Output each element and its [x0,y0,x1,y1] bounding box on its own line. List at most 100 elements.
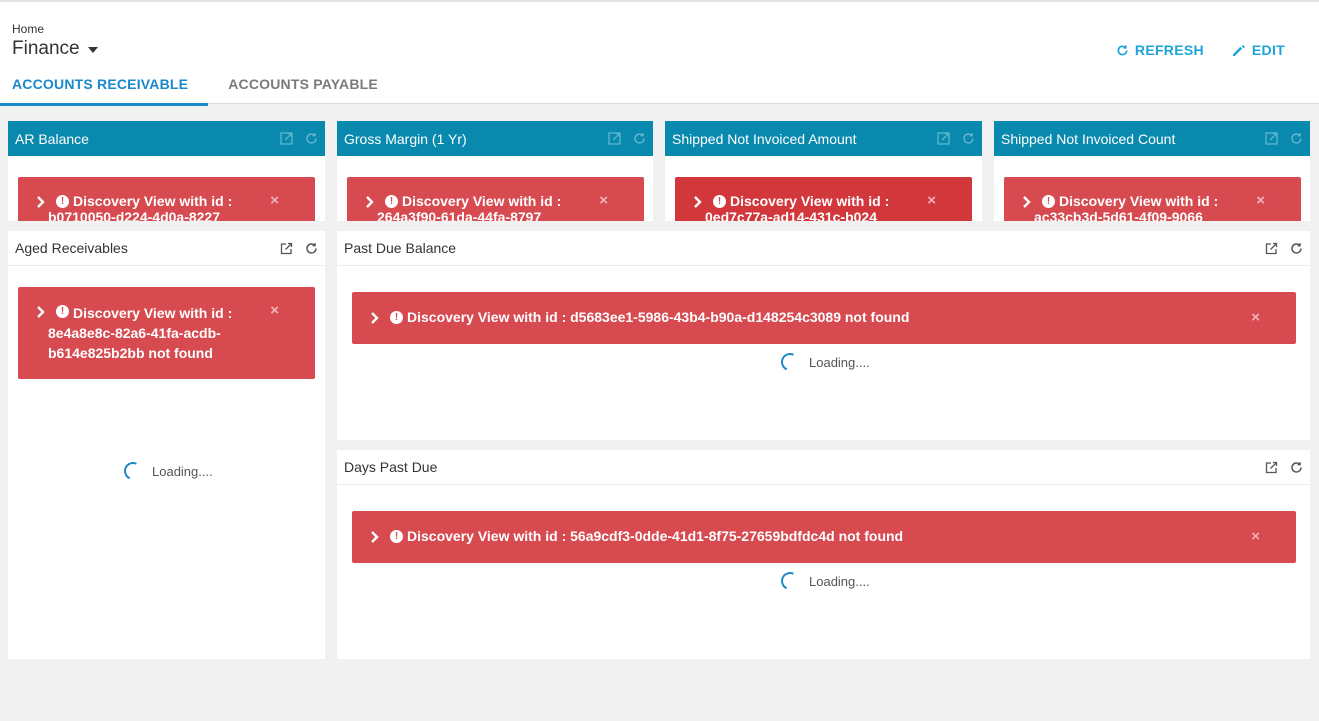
kpi-card-shipped-not-invoiced-amount: Shipped Not Invoiced Amount ! Discovery … [665,121,982,221]
card-title: Shipped Not Invoiced Count [1001,130,1176,147]
card-title: Aged Receivables [15,240,128,256]
close-icon[interactable]: × [599,192,608,209]
spinner-icon [778,569,802,593]
error-alert: ! Discovery View with id : 56a9cdf3-0dde… [352,511,1296,563]
reload-icon[interactable] [305,132,318,145]
chevron-right-icon[interactable] [370,312,382,324]
error-message: Discovery View with id : [730,193,890,209]
reload-icon[interactable] [305,242,318,255]
exclamation-circle-icon: ! [390,530,403,543]
edit-button[interactable]: EDIT [1232,42,1285,58]
edit-label: EDIT [1251,42,1285,58]
reload-icon[interactable] [1290,242,1303,255]
refresh-icon [1116,44,1129,57]
card-title: Days Past Due [344,459,438,475]
reload-icon[interactable] [962,132,975,145]
error-message-line2: 0ed7c77a-ad14-431c-b024 [705,209,878,221]
error-message: Discovery View with id : [73,193,233,209]
pencil-icon [1232,43,1246,57]
error-message-line2: 264a3f90-61da-44fa-8797 [377,209,542,221]
card-title: Past Due Balance [344,240,457,256]
chevron-right-icon[interactable] [36,306,48,318]
loading-indicator: Loading.... [778,569,870,593]
error-message: Discovery View with id : [1059,193,1219,209]
error-message-line2: ac33cb3d-5d61-4f09-9066 [1034,209,1203,221]
error-alert: ! Discovery View with id : d5683ee1-5986… [352,292,1296,344]
top-bar: Home Finance REFRESH EDIT ACCOUNTS RECEI… [0,0,1319,106]
panel-past-due-balance: Past Due Balance ! Discovery View with i… [337,231,1310,440]
close-icon[interactable]: × [270,302,279,319]
tab-bar: ACCOUNTS RECEIVABLE ACCOUNTS PAYABLE [0,68,398,106]
card-header: Shipped Not Invoiced Count [994,121,1310,156]
page-title: Finance [12,38,80,59]
chevron-right-icon[interactable] [693,196,705,208]
kpi-card-shipped-not-invoiced-count: Shipped Not Invoiced Count ! Discovery V… [994,121,1310,221]
error-message: Discovery View with id : [73,305,233,321]
reload-icon[interactable] [1290,132,1303,145]
error-alert: ! Discovery View with id : 0ed7c77a-ad14… [675,177,972,221]
card-header: Shipped Not Invoiced Amount [665,121,982,156]
chevron-right-icon[interactable] [1022,196,1034,208]
external-link-icon[interactable] [937,132,950,145]
page-title-dropdown[interactable]: Finance [12,38,98,60]
card-header: Days Past Due [337,450,1310,485]
loading-indicator: Loading.... [121,459,213,483]
tab-accounts-payable[interactable]: ACCOUNTS PAYABLE [216,68,390,106]
chevron-right-icon[interactable] [370,531,382,543]
close-icon[interactable]: × [270,192,279,209]
error-message-line3: b614e825b2bb not found [48,345,213,361]
chevron-right-icon[interactable] [365,196,377,208]
close-icon[interactable]: × [1251,309,1260,326]
external-link-icon[interactable] [608,132,621,145]
close-icon[interactable]: × [1256,192,1265,209]
reload-icon[interactable] [633,132,646,145]
external-link-icon[interactable] [1265,461,1278,474]
error-alert: ! Discovery View with id : b0710050-d224… [18,177,315,221]
external-link-icon[interactable] [1265,242,1278,255]
spinner-icon [778,350,802,374]
error-message-line2: b0710050-d224-4d0a-8227 [48,209,221,221]
loading-text: Loading.... [152,463,213,479]
card-header: Aged Receivables [8,231,325,266]
reload-icon[interactable] [1290,461,1303,474]
loading-text: Loading.... [809,354,870,370]
card-title: Shipped Not Invoiced Amount [672,130,857,147]
exclamation-circle-icon: ! [390,311,403,324]
exclamation-circle-icon: ! [385,195,398,208]
kpi-card-ar-balance: AR Balance ! Discovery View with id : b0… [8,121,325,221]
loading-text: Loading.... [809,573,870,589]
external-link-icon[interactable] [280,242,293,255]
card-title: AR Balance [15,130,89,147]
panel-days-past-due: Days Past Due ! Discovery View with id :… [337,450,1310,659]
error-alert: ! Discovery View with id : 8e4a8e8c-82a6… [18,287,315,379]
tab-accounts-receivable[interactable]: ACCOUNTS RECEIVABLE [0,68,209,106]
error-message: Discovery View with id : [402,193,562,209]
spinner-icon [121,459,145,483]
exclamation-circle-icon: ! [56,195,69,208]
card-header: AR Balance [8,121,325,156]
breadcrumb[interactable]: Home [12,22,44,36]
caret-down-icon [87,47,98,53]
loading-indicator: Loading.... [778,350,870,374]
external-link-icon[interactable] [280,132,293,145]
exclamation-circle-icon: ! [713,195,726,208]
refresh-label: REFRESH [1134,42,1204,58]
kpi-card-gross-margin: Gross Margin (1 Yr) ! Discovery View wit… [337,121,653,221]
header-actions: REFRESH EDIT [1116,42,1285,58]
error-message-line2: 8e4a8e8c-82a6-41fa-acdb- [48,325,221,341]
exclamation-circle-icon: ! [56,305,69,318]
refresh-button[interactable]: REFRESH [1116,42,1204,58]
card-title: Gross Margin (1 Yr) [344,130,467,147]
error-alert: ! Discovery View with id : ac33cb3d-5d61… [1004,177,1301,221]
card-header: Past Due Balance [337,231,1310,266]
chevron-right-icon[interactable] [36,196,48,208]
error-message: Discovery View with id : 56a9cdf3-0dde-4… [407,528,904,544]
close-icon[interactable]: × [1251,528,1260,545]
error-message: Discovery View with id : d5683ee1-5986-4… [407,309,910,325]
exclamation-circle-icon: ! [1042,195,1055,208]
error-alert: ! Discovery View with id : 264a3f90-61da… [347,177,644,221]
card-header: Gross Margin (1 Yr) [337,121,653,156]
panel-aged-receivables: Aged Receivables ! Discovery View with i… [8,231,325,659]
close-icon[interactable]: × [927,192,936,209]
external-link-icon[interactable] [1265,132,1278,145]
